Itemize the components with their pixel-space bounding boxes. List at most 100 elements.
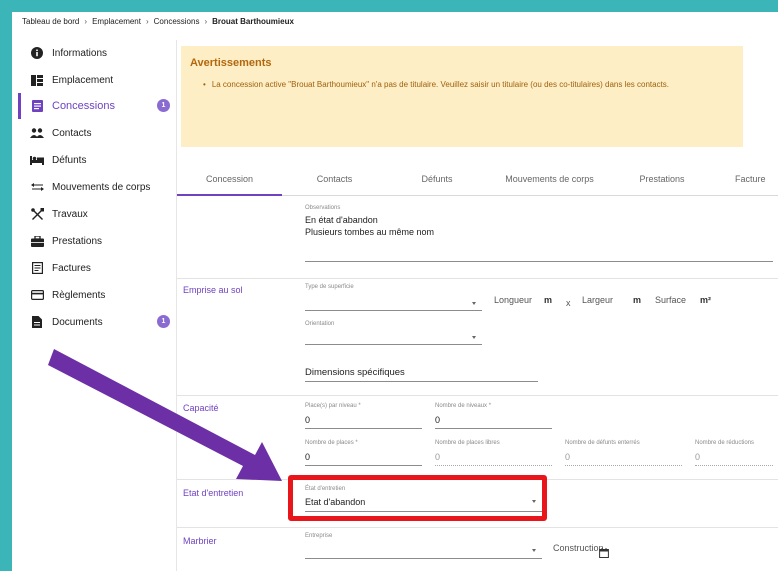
alert-message: La concession active "Brouat Barthoumieu…: [203, 80, 669, 89]
tab-mouvements[interactable]: Mouvements de corps: [487, 164, 612, 194]
breadcrumb: Tableau de bord › Emplacement › Concessions ›…: [22, 17, 294, 26]
breadcrumb-item-dashboard[interactable]: Tableau de bord: [22, 17, 79, 26]
defunts-enterres-label: Nombre de défunts enterrés: [565, 440, 640, 446]
construction-input[interactable]: Construction: [553, 543, 604, 553]
observations-line-2: Plusieurs tombes au même nom: [305, 227, 435, 237]
places-libres-label: Nombre de places libres: [435, 440, 500, 446]
chevron-down-icon: [472, 336, 476, 339]
section-separator: [177, 278, 778, 279]
dimensions-specifiques-input[interactable]: Dimensions spécifiques: [305, 367, 405, 378]
sidebar-item-emplacement[interactable]: Emplacement: [18, 67, 176, 93]
sidebar-item-mouvements[interactable]: Mouvements de corps: [18, 174, 176, 200]
times-sign: x: [566, 298, 571, 308]
sidebar-item-documents[interactable]: Documents 1: [18, 309, 176, 335]
tab-contacts[interactable]: Contacts: [282, 164, 387, 194]
highlight-box: [288, 475, 547, 521]
tabs-border: [282, 195, 778, 196]
breadcrumb-separator: ›: [84, 17, 88, 26]
reductions-label: Nombre de réductions: [695, 440, 755, 446]
sidebar-item-prestations[interactable]: Prestations: [18, 228, 176, 254]
section-capacite: Capacité: [183, 403, 219, 413]
sidebar-item-factures[interactable]: Factures: [18, 255, 176, 281]
tab-label: Défunts: [421, 174, 453, 184]
tab-defunts[interactable]: Défunts: [387, 164, 487, 194]
sidebar-item-label: Contacts: [52, 127, 92, 139]
sidebar-item-travaux[interactable]: Travaux: [18, 201, 176, 227]
entreprise-select[interactable]: [305, 558, 542, 559]
nombre-niveaux-value[interactable]: 0: [435, 415, 440, 425]
sidebar-item-label: Informations: [52, 47, 108, 59]
dimensions-underline: [305, 381, 538, 382]
sidebar-item-informations[interactable]: Informations: [18, 40, 176, 66]
documents-count-badge: 1: [157, 315, 170, 328]
invoice-icon: [30, 261, 44, 275]
defunts-enterres-underline: [565, 465, 682, 466]
orientation-label: Orientation: [305, 321, 335, 327]
tools-icon: [30, 207, 44, 221]
sidebar-item-defunts[interactable]: Défunts: [18, 147, 176, 173]
sidebar: Informations Emplacement Concessions 1 C…: [18, 40, 176, 571]
file-icon: [30, 315, 44, 329]
defunts-enterres-value: 0: [565, 452, 571, 462]
sidebar-item-concessions[interactable]: Concessions 1: [18, 93, 176, 119]
sidebar-item-reglements[interactable]: Règlements: [18, 282, 176, 308]
type-superficie-select[interactable]: [305, 310, 482, 311]
sidebar-item-label: Règlements: [52, 289, 106, 301]
tab-label: Prestations: [639, 174, 685, 184]
swap-icon: [30, 180, 44, 194]
section-marbrier: Marbrier: [183, 536, 217, 546]
breadcrumb-separator: ›: [145, 17, 149, 26]
nombre-places-value[interactable]: 0: [305, 452, 310, 462]
breadcrumb-item-emplacement[interactable]: Emplacement: [92, 17, 141, 26]
longueur-input[interactable]: Longueur: [494, 295, 532, 305]
sidebar-item-label: Emplacement: [52, 74, 114, 86]
observations-label: Observations: [305, 205, 341, 211]
calendar-icon[interactable]: [599, 545, 609, 563]
sidebar-item-label: Travaux: [52, 208, 88, 220]
warning-alert: Avertissements La concession active "Bro…: [181, 46, 743, 147]
concessions-count-badge: 1: [157, 99, 170, 112]
bed-icon: [30, 153, 44, 167]
tab-prestations[interactable]: Prestations: [612, 164, 712, 194]
breadcrumb-current: Brouat Barthoumieux: [212, 17, 294, 26]
tab-facture[interactable]: Facture: [735, 164, 778, 194]
surface-unit: m²: [700, 295, 711, 305]
reductions-value: 0: [695, 452, 701, 462]
sidebar-item-label: Mouvements de corps: [52, 181, 151, 193]
tab-label: Mouvements de corps: [505, 174, 594, 184]
sidebar-item-label: Factures: [52, 262, 91, 274]
tab-label: Facture: [735, 174, 766, 184]
sidebar-item-label: Concessions: [52, 100, 115, 112]
chevron-down-icon: [532, 549, 536, 552]
section-etat-entretien: Etat d'entretien: [183, 488, 244, 498]
nombre-niveaux-underline: [435, 428, 552, 429]
section-separator: [177, 527, 778, 528]
observations-textarea[interactable]: [305, 261, 773, 262]
section-emprise-au-sol: Emprise au sol: [183, 285, 243, 295]
briefcase-icon: [30, 234, 44, 248]
breadcrumb-item-concessions[interactable]: Concessions: [154, 17, 200, 26]
orientation-select[interactable]: [305, 344, 482, 345]
longueur-unit: m: [544, 295, 553, 305]
nombre-niveaux-label: Nombre de niveaux *: [435, 403, 492, 409]
content-divider: [176, 40, 177, 571]
places-libres-value: 0: [435, 452, 441, 462]
places-libres-underline: [435, 465, 552, 466]
section-separator: [177, 395, 778, 396]
observations-line-1: En état d'abandon: [305, 215, 378, 225]
places-par-niveau-value[interactable]: 0: [305, 415, 310, 425]
reductions-underline: [695, 465, 773, 466]
places-par-niveau-label: Place(s) par niveau *: [305, 403, 361, 409]
card-icon: [30, 288, 44, 302]
surface-input[interactable]: Surface: [655, 295, 686, 305]
sidebar-item-label: Documents: [52, 316, 103, 328]
document-icon: [30, 99, 44, 113]
chevron-down-icon: [472, 302, 476, 305]
tab-concession[interactable]: Concession: [177, 164, 282, 194]
tab-label: Contacts: [316, 174, 353, 184]
places-par-niveau-underline: [305, 428, 422, 429]
largeur-input[interactable]: Largeur: [582, 295, 613, 305]
sidebar-item-contacts[interactable]: Contacts: [18, 120, 176, 146]
type-superficie-label: Type de superficie: [305, 284, 354, 290]
alert-title: Avertissements: [190, 57, 272, 69]
